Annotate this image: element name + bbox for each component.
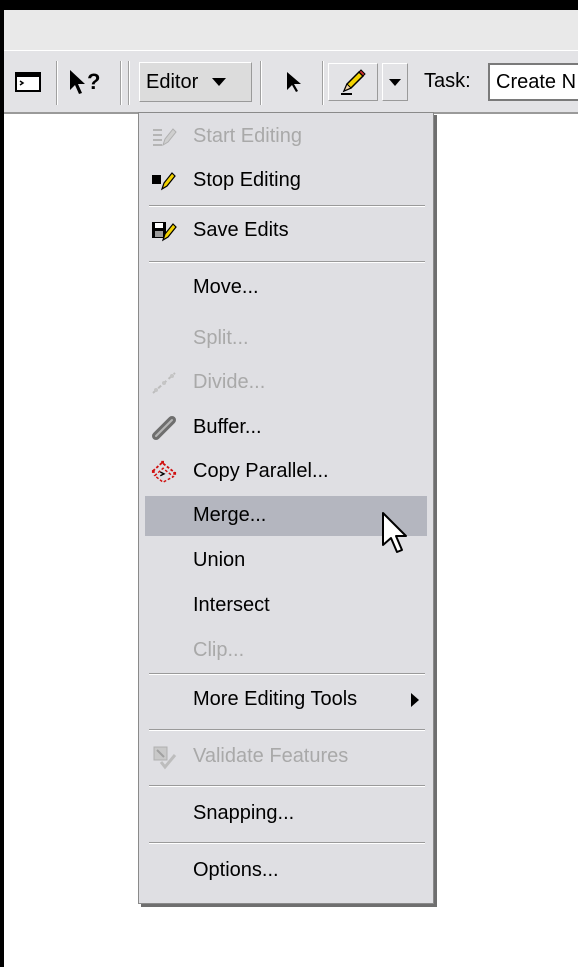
toolbar-separator	[260, 61, 262, 105]
menu-separator	[149, 673, 425, 675]
divide-icon	[151, 371, 177, 395]
svg-text:?: ?	[87, 69, 100, 94]
menu-item-clip[interactable]: Clip...	[145, 631, 427, 671]
menu-separator	[149, 729, 425, 731]
menu-item-label: Stop Editing	[193, 169, 301, 191]
editor-toolbar: ? Editor Task: Create N	[4, 50, 578, 114]
menu-item-label: Save Edits	[193, 219, 289, 241]
menu-separator	[149, 261, 425, 263]
toolbar-separator	[56, 61, 58, 105]
menu-item-label: Copy Parallel...	[193, 460, 329, 482]
toolbar-grip	[128, 61, 130, 105]
editor-menu-button[interactable]: Editor	[139, 62, 252, 102]
menu-item-label: Move...	[193, 276, 259, 298]
menu-item-move[interactable]: Move...	[145, 268, 427, 308]
menu-item-label: Merge...	[193, 504, 267, 526]
sketch-tool-dropdown[interactable]	[382, 63, 408, 101]
menu-item-label: Intersect	[193, 594, 270, 616]
title-bar	[4, 0, 578, 10]
start-editing-icon	[151, 125, 177, 149]
menu-item-buffer[interactable]: Buffer...	[145, 408, 427, 448]
menu-item-label: Snapping...	[193, 802, 295, 824]
menu-item-label: Validate Features	[193, 745, 349, 767]
menu-item-divide[interactable]: Divide...	[145, 363, 427, 403]
mouse-pointer-icon	[381, 511, 409, 560]
editor-menu-label: Editor	[146, 70, 199, 93]
chevron-right-icon	[411, 693, 419, 707]
menu-bar-area	[4, 10, 578, 50]
toolbar-separator	[120, 61, 122, 105]
menu-separator	[149, 205, 425, 207]
menu-item-split[interactable]: Split...	[145, 319, 427, 359]
menu-item-more-editing-tools[interactable]: More Editing Tools	[145, 680, 427, 720]
menu-separator	[149, 842, 425, 844]
menu-item-validate-features[interactable]: Validate Features	[145, 737, 427, 777]
edit-tool-icon[interactable]	[274, 63, 314, 101]
menu-item-label: Buffer...	[193, 416, 262, 438]
editor-dropdown-menu: Start Editing Stop Editing Save Edits Mo…	[138, 112, 434, 904]
validate-features-icon	[151, 745, 177, 770]
sketch-tool-icon[interactable]	[328, 63, 378, 101]
task-select[interactable]: Create N	[488, 63, 578, 101]
window-icon[interactable]	[10, 63, 46, 101]
menu-item-copy-parallel[interactable]: Copy Parallel...	[145, 452, 427, 492]
toolbar-separator	[322, 61, 324, 105]
copy-parallel-icon	[151, 460, 177, 484]
menu-item-label: Split...	[193, 327, 249, 349]
buffer-icon	[151, 416, 177, 440]
whats-this-help-icon[interactable]: ?	[64, 63, 108, 101]
menu-item-label: Start Editing	[193, 125, 302, 147]
menu-item-save-edits[interactable]: Save Edits	[145, 211, 427, 251]
menu-item-start-editing[interactable]: Start Editing	[145, 117, 427, 157]
menu-item-label: Divide...	[193, 371, 266, 393]
menu-item-label: Clip...	[193, 639, 245, 661]
menu-item-options[interactable]: Options...	[145, 851, 427, 891]
menu-item-intersect[interactable]: Intersect	[145, 586, 427, 626]
menu-item-label: Options...	[193, 859, 279, 881]
save-edits-icon	[151, 219, 177, 243]
chevron-down-icon	[389, 78, 401, 86]
menu-item-label: More Editing Tools	[193, 688, 358, 710]
stop-editing-icon	[151, 169, 177, 193]
task-label: Task:	[424, 70, 471, 92]
menu-item-label: Union	[193, 549, 246, 571]
application-window: ? Editor Task: Create N Start Editing St…	[4, 0, 578, 967]
menu-item-snapping[interactable]: Snapping...	[145, 794, 427, 834]
chevron-down-icon	[212, 78, 227, 86]
menu-item-stop-editing[interactable]: Stop Editing	[145, 161, 427, 201]
menu-separator	[149, 785, 425, 787]
